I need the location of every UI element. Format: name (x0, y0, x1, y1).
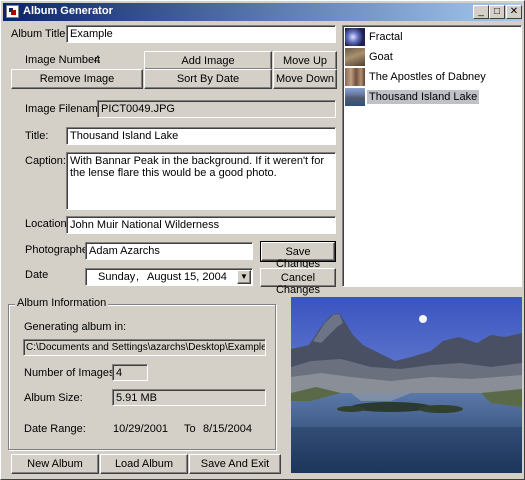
add-image-button[interactable]: Add Image (144, 51, 272, 70)
number-of-images-field: 4 (112, 364, 148, 381)
date-range-to-label: To (184, 423, 196, 435)
new-album-button[interactable]: New Album (11, 454, 99, 474)
load-album-button[interactable]: Load Album (100, 454, 188, 474)
save-changes-button[interactable]: Save Changes (260, 241, 336, 270)
image-number-label: Image Number: (25, 54, 101, 66)
list-item-label: Goat (369, 51, 393, 63)
date-day-year[interactable]: 15, 2004 (184, 271, 227, 283)
lake-thumbnail (345, 88, 365, 106)
date-label: Date (25, 269, 49, 281)
output-path-field: C:\Documents and Settings\azarchs\Deskto… (23, 339, 266, 356)
album-size-field: 5.91 MB (112, 389, 266, 406)
image-title-input[interactable]: Thousand Island Lake (66, 127, 336, 145)
date-weekday[interactable]: Sunday (98, 271, 135, 283)
goat-thumbnail (345, 48, 365, 66)
app-icon (6, 5, 19, 18)
date-range-label: Date Range: (24, 423, 86, 435)
fractal-thumbnail (345, 28, 365, 46)
minimize-button[interactable]: _ (473, 5, 489, 19)
add-image-label: Add Image (181, 55, 235, 67)
list-item[interactable]: The Apostles of Dabney (345, 67, 519, 87)
image-number-value: 4 (94, 54, 101, 66)
album-information-group: Album Information Generating album in: C… (8, 297, 276, 450)
save-changes-label: Save Changes (275, 246, 321, 270)
photographer-input[interactable]: Adam Azarchs (85, 242, 253, 260)
save-and-exit-button[interactable]: Save And Exit (189, 454, 281, 474)
load-album-label: Load Album (114, 458, 174, 470)
remove-image-button[interactable]: Remove Image (11, 69, 143, 89)
move-up-label: Move Up (282, 55, 328, 67)
image-filename-label: Image Filename: (25, 103, 107, 115)
cancel-changes-button[interactable]: Cancel Changes (260, 268, 336, 296)
move-down-button[interactable]: Move Down (273, 69, 337, 89)
cancel-changes-label: Cancel Changes (275, 272, 321, 296)
group-title: Album Information (15, 297, 109, 309)
sort-by-date-label: Sort By Date (176, 73, 240, 85)
maximize-button[interactable]: □ (489, 5, 505, 19)
date-range-from: 10/29/2001 (113, 423, 169, 435)
title-bar[interactable]: Album Generator _ □ ✕ (3, 3, 522, 21)
location-input[interactable]: John Muir National Wilderness (66, 216, 336, 234)
album-title-input[interactable]: Example (66, 25, 336, 43)
location-label: Location (25, 218, 67, 230)
list-item[interactable]: Goat (345, 47, 519, 67)
date-dropdown-button[interactable]: ▼ (237, 270, 251, 284)
date-picker[interactable]: Sunday , August 15, 2004 ▼ (85, 268, 253, 286)
date-separator: , (136, 271, 140, 283)
list-item-selected[interactable]: Thousand Island Lake (345, 87, 519, 107)
list-item-label: Thousand Island Lake (367, 90, 480, 104)
image-filename-field: PICT0049.JPG (97, 100, 336, 118)
photographer-label: Photographer (25, 244, 92, 256)
remove-image-label: Remove Image (39, 73, 115, 85)
album-title-label: Album Title (11, 28, 66, 40)
image-list[interactable]: Fractal Goat The Apostles of Dabney Thou… (342, 25, 522, 287)
save-and-exit-label: Save And Exit (200, 458, 270, 470)
chevron-down-icon: ▼ (240, 272, 248, 281)
image-title-label: Title: (25, 130, 49, 142)
close-button[interactable]: ✕ (506, 5, 522, 19)
list-item[interactable]: Fractal (345, 27, 519, 47)
list-item-label: Fractal (369, 31, 403, 43)
generating-label: Generating album in: (24, 321, 127, 333)
lake-photo (291, 297, 522, 473)
new-album-label: New Album (27, 458, 83, 470)
move-up-button[interactable]: Move Up (273, 51, 337, 70)
apostles-thumbnail (345, 68, 365, 86)
move-down-label: Move Down (275, 73, 335, 85)
date-range-to: 8/15/2004 (203, 423, 252, 435)
list-item-label: The Apostles of Dabney (369, 71, 486, 83)
caption-label: Caption: (25, 155, 66, 167)
photo-preview (291, 297, 522, 473)
number-of-images-label: Number of Images: (24, 367, 118, 379)
caption-textarea[interactable]: With Bannar Peak in the background. If i… (66, 152, 336, 210)
date-month[interactable]: August (147, 271, 181, 283)
album-size-label: Album Size: (24, 392, 83, 404)
sort-by-date-button[interactable]: Sort By Date (144, 69, 272, 89)
window-title: Album Generator (23, 5, 113, 17)
album-generator-window: Album Generator _ □ ✕ Album Title Exampl… (0, 0, 525, 480)
